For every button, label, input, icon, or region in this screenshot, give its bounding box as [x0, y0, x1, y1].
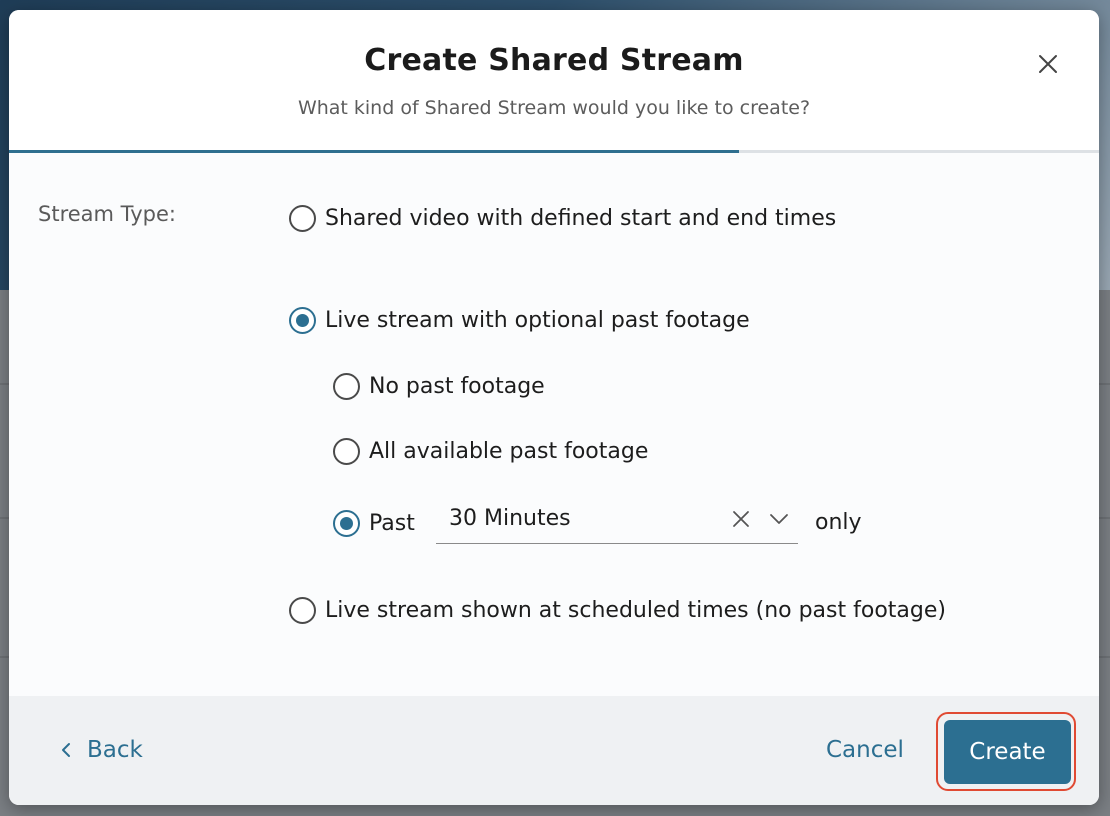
only-label: only	[815, 510, 862, 535]
radio-button-selected[interactable]	[333, 510, 360, 537]
radio-shared-video[interactable]: Shared video with defined start and end …	[289, 205, 836, 232]
radio-label: Shared video with defined start and end …	[325, 206, 837, 231]
radio-label: Live stream with optional past footage	[325, 308, 750, 333]
radio-live-stream[interactable]: Live stream with optional past footage	[289, 307, 750, 334]
wizard-progress-bar	[9, 150, 1099, 153]
back-label: Back	[87, 737, 143, 763]
dialog-footer: Back Cancel Create	[9, 696, 1099, 805]
radio-label: No past footage	[369, 374, 545, 399]
close-icon	[1039, 55, 1057, 73]
create-shared-stream-dialog: Create Shared Stream What kind of Shared…	[9, 10, 1099, 805]
wizard-progress-fill	[9, 150, 740, 153]
stream-type-label: Stream Type:	[38, 202, 176, 226]
radio-button[interactable]	[289, 597, 316, 624]
chevron-left-icon	[62, 743, 70, 757]
cancel-button[interactable]: Cancel	[826, 737, 904, 763]
dialog-subtitle: What kind of Shared Stream would you lik…	[297, 97, 811, 119]
radio-label: Live stream shown at scheduled times (no…	[325, 598, 946, 623]
radio-all-past-footage[interactable]: All available past footage	[333, 438, 648, 465]
radio-label: All available past footage	[369, 439, 649, 464]
radio-scheduled-live-stream[interactable]: Live stream shown at scheduled times (no…	[289, 597, 946, 624]
radio-button[interactable]	[333, 438, 360, 465]
dropdown-toggle[interactable]	[769, 510, 789, 528]
dialog-header: Create Shared Stream What kind of Shared…	[9, 10, 1099, 152]
chevron-down-icon	[770, 514, 788, 524]
back-button[interactable]: Back	[59, 737, 143, 763]
create-button[interactable]: Create	[944, 720, 1071, 784]
radio-past-duration[interactable]: Past	[333, 510, 415, 537]
clear-selection-button[interactable]	[732, 510, 750, 528]
past-duration-value: 30 Minutes	[449, 506, 571, 531]
radio-button-selected[interactable]	[289, 307, 316, 334]
clear-icon	[733, 511, 749, 527]
radio-button[interactable]	[333, 373, 360, 400]
past-duration-select[interactable]: 30 Minutes	[436, 502, 798, 544]
radio-no-past-footage[interactable]: No past footage	[333, 373, 545, 400]
close-button[interactable]	[1033, 49, 1063, 79]
dialog-title: Create Shared Stream	[364, 43, 744, 78]
radio-label: Past	[369, 511, 415, 536]
radio-button[interactable]	[289, 205, 316, 232]
